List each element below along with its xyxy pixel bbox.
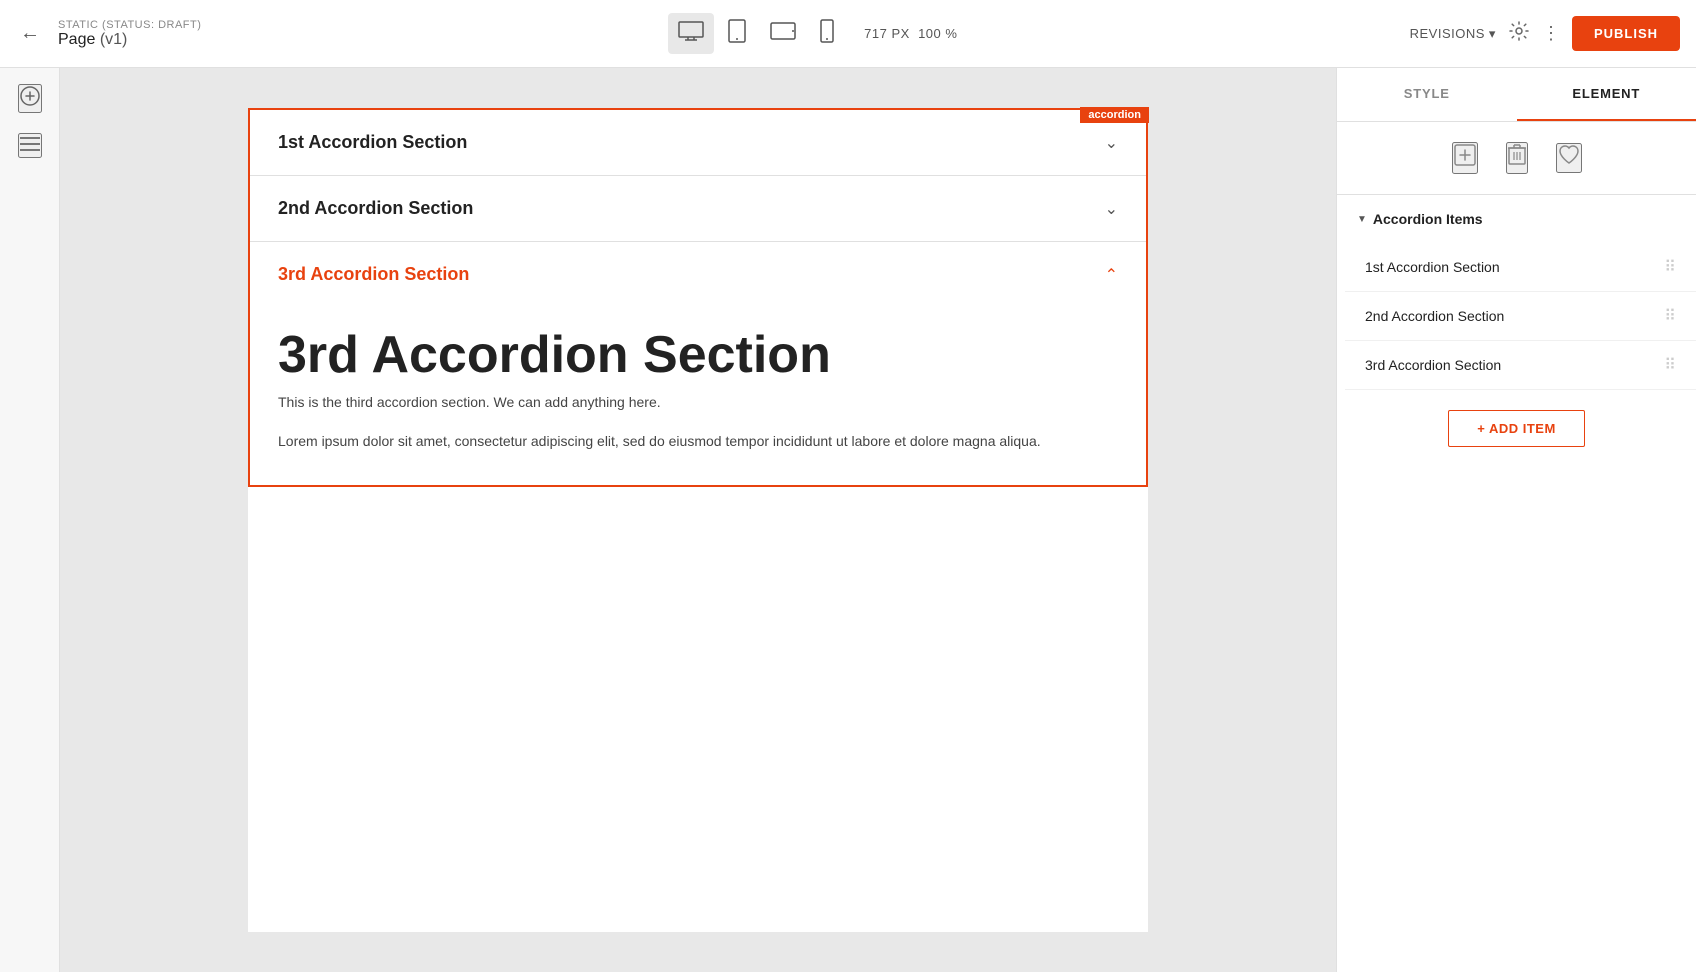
- drag-handle-3[interactable]: ⠿: [1664, 355, 1676, 375]
- accordion-chevron-3: ⌃: [1105, 265, 1118, 285]
- list-item-label-2: 2nd Accordion Section: [1365, 308, 1504, 324]
- panel-tabs: STYLE ELEMENT: [1337, 68, 1696, 122]
- accordion-badge: accordion: [1080, 107, 1149, 123]
- list-item-2: 2nd Accordion Section ⠿: [1345, 292, 1696, 341]
- topbar: ← STATIC (STATUS: DRAFT) Page (v1): [0, 0, 1696, 68]
- section-header[interactable]: ▼ Accordion Items: [1357, 211, 1676, 227]
- list-item-label-3: 3rd Accordion Section: [1365, 357, 1501, 373]
- add-item-button[interactable]: + ADD ITEM: [1448, 410, 1585, 447]
- right-panel: STYLE ELEMENT: [1336, 68, 1696, 972]
- accordion-title-1: 1st Accordion Section: [278, 132, 467, 153]
- tab-element[interactable]: ELEMENT: [1517, 68, 1696, 121]
- settings-button[interactable]: [1508, 20, 1530, 47]
- tablet-portrait-device-button[interactable]: [718, 11, 756, 56]
- page-info: STATIC (STATUS: DRAFT) Page (v1): [58, 19, 201, 49]
- add-element-button[interactable]: [18, 84, 42, 113]
- accordion-content-heading: 3rd Accordion Section: [278, 327, 1118, 384]
- more-options-button[interactable]: ⋮: [1542, 23, 1560, 44]
- menu-icon: [20, 137, 40, 151]
- accordion-header-2[interactable]: 2nd Accordion Section ⌄: [250, 176, 1146, 241]
- mobile-device-button[interactable]: [810, 11, 844, 56]
- topbar-left: ← STATIC (STATUS: DRAFT) Page (v1): [16, 18, 216, 49]
- plus-circle-icon: [20, 86, 40, 106]
- accordion-items-section: ▼ Accordion Items: [1337, 195, 1696, 243]
- publish-button[interactable]: PUBLISH: [1572, 16, 1680, 51]
- accordion-item-2: 2nd Accordion Section ⌄: [250, 176, 1146, 242]
- panel-actions: [1337, 122, 1696, 195]
- add-icon: [1454, 144, 1476, 166]
- accordion-widget: 1st Accordion Section ⌄ 2nd Accordion Se…: [248, 108, 1148, 487]
- desktop-device-button[interactable]: [668, 13, 714, 54]
- tablet-landscape-icon: [770, 22, 796, 40]
- chevron-down-icon: ▾: [1489, 26, 1496, 42]
- accordion-items-list: 1st Accordion Section ⠿ 2nd Accordion Se…: [1337, 243, 1696, 390]
- drag-handle-1[interactable]: ⠿: [1664, 257, 1676, 277]
- hamburger-menu-button[interactable]: [18, 133, 42, 158]
- accordion-content-3: 3rd Accordion Section This is the third …: [250, 307, 1146, 485]
- accordion-title-2: 2nd Accordion Section: [278, 198, 473, 219]
- gear-icon: [1508, 20, 1530, 42]
- list-item-3: 3rd Accordion Section ⠿: [1345, 341, 1696, 390]
- tab-style[interactable]: STYLE: [1337, 68, 1517, 121]
- section-chevron-icon: ▼: [1357, 214, 1367, 225]
- accordion-content-body: Lorem ipsum dolor sit amet, consectetur …: [278, 430, 1118, 452]
- topbar-center: 717 PX 100 %: [228, 11, 1398, 56]
- accordion-content-subtext: This is the third accordion section. We …: [278, 394, 1118, 410]
- tablet-landscape-device-button[interactable]: [760, 14, 806, 53]
- accordion-header-1[interactable]: 1st Accordion Section ⌄: [250, 110, 1146, 175]
- tablet-portrait-icon: [728, 19, 746, 43]
- revisions-button[interactable]: REVISIONS ▾: [1410, 26, 1496, 42]
- main-layout: accordion 1st Accordion Section ⌄ 2nd Ac…: [0, 68, 1696, 972]
- canvas-container: accordion 1st Accordion Section ⌄ 2nd Ac…: [248, 108, 1148, 932]
- accordion-chevron-1: ⌄: [1105, 133, 1118, 153]
- heart-icon: [1558, 145, 1580, 165]
- accordion-item-3: 3rd Accordion Section ⌃ 3rd Accordion Se…: [250, 242, 1146, 485]
- left-sidebar: [0, 68, 60, 972]
- add-action-button[interactable]: [1452, 142, 1478, 174]
- accordion-title-3: 3rd Accordion Section: [278, 264, 469, 285]
- accordion-chevron-2: ⌄: [1105, 199, 1118, 219]
- trash-icon: [1508, 144, 1526, 166]
- list-item-1: 1st Accordion Section ⠿: [1345, 243, 1696, 292]
- page-status: STATIC (STATUS: DRAFT): [58, 19, 201, 31]
- favorite-action-button[interactable]: [1556, 143, 1582, 173]
- accordion-header-3[interactable]: 3rd Accordion Section ⌃: [250, 242, 1146, 307]
- desktop-icon: [678, 21, 704, 41]
- delete-action-button[interactable]: [1506, 142, 1528, 174]
- canvas-area: accordion 1st Accordion Section ⌄ 2nd Ac…: [60, 68, 1336, 972]
- list-item-label-1: 1st Accordion Section: [1365, 259, 1500, 275]
- px-info: 717 PX 100 %: [864, 26, 957, 41]
- drag-handle-2[interactable]: ⠿: [1664, 306, 1676, 326]
- page-name: Page (v1): [58, 31, 201, 49]
- topbar-right: REVISIONS ▾ ⋮ PUBLISH: [1410, 16, 1680, 51]
- section-header-label: Accordion Items: [1373, 211, 1483, 227]
- back-button[interactable]: ←: [16, 18, 44, 49]
- mobile-icon: [820, 19, 834, 43]
- accordion-item-1: 1st Accordion Section ⌄: [250, 110, 1146, 176]
